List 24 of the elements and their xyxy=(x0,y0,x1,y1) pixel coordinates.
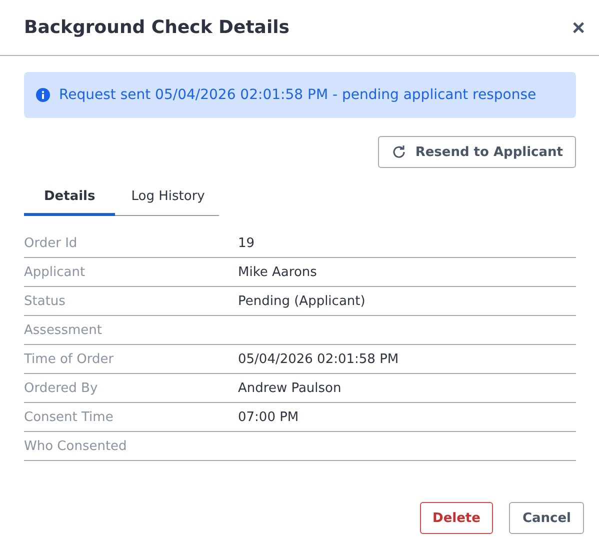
field-value: 19 xyxy=(238,236,255,250)
alert-text: Request sent 05/04/2026 02:01:58 PM - pending applicant response xyxy=(59,87,536,103)
field-value: 05/04/2026 02:01:58 PM xyxy=(238,352,399,366)
field-label: Time of Order xyxy=(24,352,115,366)
info-icon xyxy=(36,88,50,102)
field-label: Consent Time xyxy=(24,410,114,424)
tab[interactable]: Details xyxy=(24,180,116,216)
refresh-icon xyxy=(391,144,408,160)
field-value: 07:00 PM xyxy=(238,410,299,424)
resend-button[interactable]: Resend to Applicant xyxy=(378,136,576,168)
field-label: Applicant xyxy=(24,264,86,280)
dialog-title: Background Check Details xyxy=(24,17,290,38)
field-label: Assessment xyxy=(24,322,103,338)
field-value: Pending (Applicant) xyxy=(238,294,366,308)
field-label: Ordered By xyxy=(24,380,99,396)
field-label: Order Id xyxy=(24,236,78,250)
tab[interactable]: Log History xyxy=(115,180,221,216)
cancel-button[interactable]: Cancel xyxy=(509,502,584,534)
field-value: Mike Aarons xyxy=(238,264,317,280)
delete-button[interactable]: Delete xyxy=(420,502,494,534)
field-label: Status xyxy=(24,294,66,308)
close-button[interactable]: × xyxy=(572,16,585,38)
field-label: Who Consented xyxy=(24,438,128,454)
field-value: Andrew Paulson xyxy=(238,380,342,396)
